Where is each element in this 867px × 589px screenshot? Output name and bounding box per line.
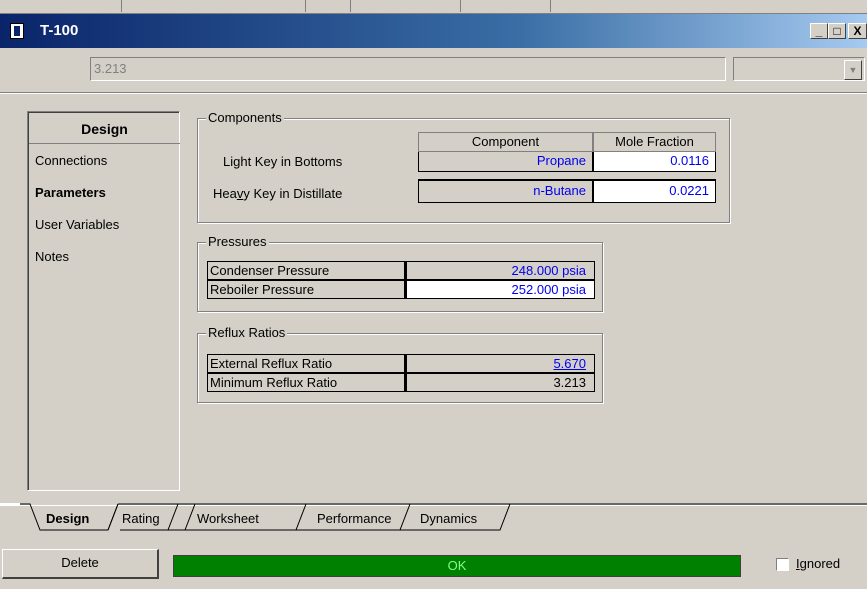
tab-worksheet[interactable]: Worksheet xyxy=(197,505,259,533)
heavy-key-mole-fraction[interactable]: 0.0221 xyxy=(593,179,716,203)
tab-performance[interactable]: Performance xyxy=(317,505,391,533)
nav-item-connections[interactable]: Connections xyxy=(35,153,107,168)
minimum-reflux-row: Minimum Reflux Ratio 3.213 xyxy=(207,373,595,392)
external-reflux-label: External Reflux Ratio xyxy=(207,354,405,373)
reflux-ratios-group-label: Reflux Ratios xyxy=(206,325,288,340)
minimum-reflux-label: Minimum Reflux Ratio xyxy=(207,373,405,392)
reboiler-pressure-value[interactable]: 252.000 psia xyxy=(405,280,595,299)
light-key-mole-fraction[interactable]: 0.0116 xyxy=(593,152,716,172)
nav-item-user-variables[interactable]: User Variables xyxy=(35,217,119,232)
title-bar[interactable]: T-100 _ □ X xyxy=(0,14,867,48)
nav-item-parameters[interactable]: Parameters xyxy=(35,185,106,200)
pressures-group: Pressures Condenser Pressure 248.000 psi… xyxy=(197,234,603,312)
window-title: T-100 xyxy=(40,22,79,39)
heavy-key-component[interactable]: n-Butane xyxy=(418,179,593,203)
mole-fraction-column-header: Mole Fraction xyxy=(593,132,716,152)
reboiler-pressure-row: Reboiler Pressure 252.000 psia xyxy=(207,280,595,299)
external-reflux-row: External Reflux Ratio 5.670 xyxy=(207,354,595,373)
condenser-pressure-row: Condenser Pressure 248.000 psia xyxy=(207,261,595,280)
background-window-strip xyxy=(0,0,867,14)
reflux-ratios-group: Reflux Ratios External Reflux Ratio 5.67… xyxy=(197,325,603,403)
minimum-reflux-value[interactable]: 3.213 xyxy=(405,373,595,392)
maximize-button[interactable]: □ xyxy=(828,23,846,39)
ignored-label[interactable]: Ignored xyxy=(796,556,840,571)
light-key-component[interactable]: Propane xyxy=(418,152,593,172)
value-display-field[interactable]: 3.213 xyxy=(90,57,726,81)
ignored-checkbox[interactable] xyxy=(776,558,789,571)
nav-header: Design xyxy=(29,113,180,144)
external-reflux-value[interactable]: 5.670 xyxy=(405,354,595,373)
minimize-button[interactable]: _ xyxy=(810,23,828,39)
object-select-dropdown[interactable]: ▼ xyxy=(733,57,865,81)
design-nav-panel: Design Connections Parameters User Varia… xyxy=(27,111,180,491)
heavy-key-label: Heavy Key in Distillate xyxy=(213,186,343,201)
separator xyxy=(0,92,867,94)
component-column-header: Component xyxy=(418,132,593,152)
tab-rating[interactable]: Rating xyxy=(122,505,160,533)
components-group: Components Component Mole Fraction Light… xyxy=(197,110,730,223)
app-icon[interactable] xyxy=(10,23,24,39)
reboiler-pressure-label: Reboiler Pressure xyxy=(207,280,405,299)
chevron-down-icon[interactable]: ▼ xyxy=(844,60,862,80)
tab-design[interactable]: Design xyxy=(46,505,89,533)
pressures-group-label: Pressures xyxy=(206,234,269,249)
condenser-pressure-value[interactable]: 248.000 psia xyxy=(405,261,595,280)
close-button[interactable]: X xyxy=(848,23,867,39)
delete-button[interactable]: Delete xyxy=(2,549,159,579)
condenser-pressure-label: Condenser Pressure xyxy=(207,261,405,280)
status-bar: OK xyxy=(173,555,741,577)
light-key-label: Light Key in Bottoms xyxy=(223,154,343,169)
components-group-label: Components xyxy=(206,110,284,125)
nav-item-notes[interactable]: Notes xyxy=(35,249,69,264)
tab-dynamics[interactable]: Dynamics xyxy=(420,505,477,533)
